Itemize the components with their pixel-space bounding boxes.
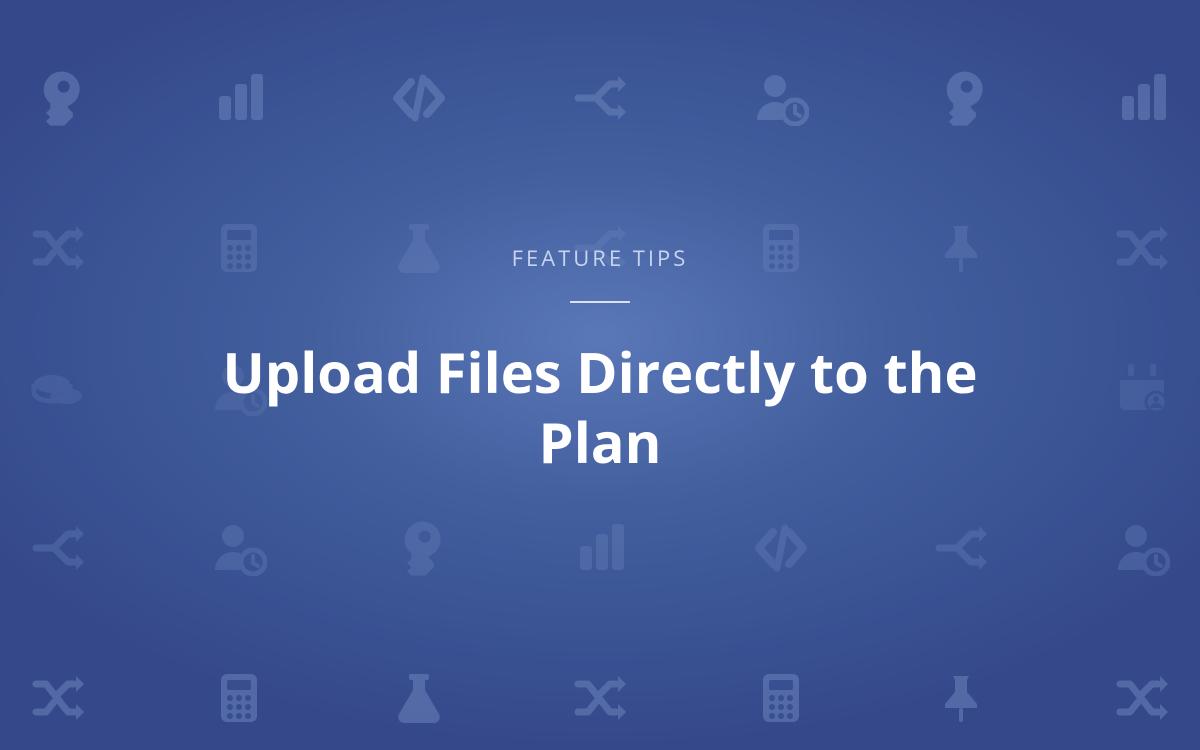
calculator-icon [753,670,809,726]
bar-chart-icon [1114,70,1170,126]
code-icon [753,520,809,576]
key-icon [933,70,989,126]
hero-title: Upload Files Directly to the Plan [210,337,990,477]
hero-block: FEATURE TIPS Upload Files Directly to th… [0,243,1200,477]
hero-eyebrow: FEATURE TIPS [0,243,1200,273]
shuffle-icon [1114,670,1170,726]
calculator-icon [211,670,267,726]
pin-icon [933,670,989,726]
icon-row [0,520,1200,576]
shuffle-icon [30,670,86,726]
key-icon [391,520,447,576]
key-icon [30,70,86,126]
flask-icon [391,670,447,726]
split-icon [30,520,86,576]
bar-chart-icon [211,70,267,126]
shuffle-icon [572,670,628,726]
user-clock-icon [753,70,809,126]
user-clock-icon [1114,520,1170,576]
hero-divider [570,301,630,303]
split-icon [933,520,989,576]
code-icon [391,70,447,126]
split-icon [572,70,628,126]
icon-row [0,670,1200,726]
icon-row [0,70,1200,126]
user-clock-icon [211,520,267,576]
bar-chart-icon [572,520,628,576]
